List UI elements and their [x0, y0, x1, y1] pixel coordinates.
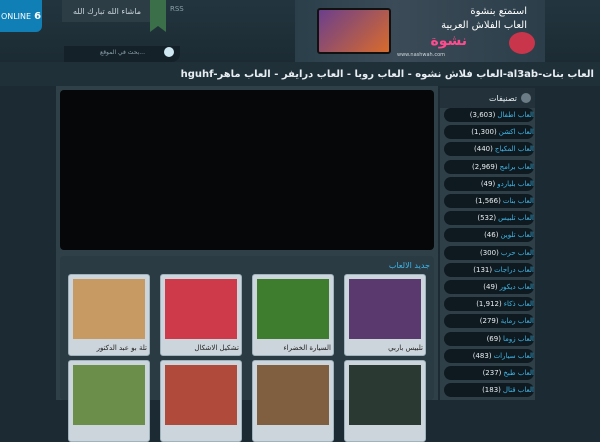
game-caption: تشكيل الاشكال: [194, 344, 239, 352]
category-count: (46): [484, 231, 499, 240]
counter-value: 6: [34, 10, 42, 22]
game-thumbnail: [257, 365, 329, 425]
sidebar-category-item[interactable]: (1,566) العاب بنات: [444, 194, 534, 208]
sidebar-category-item[interactable]: (300) العاب حرب: [444, 245, 534, 260]
game-thumbnail: [165, 279, 237, 339]
sidebar-category-item[interactable]: (131) العاب دراجات: [444, 262, 534, 277]
category-count: (1,912): [476, 300, 502, 309]
sidebar-category-item[interactable]: (3,603) العاب اطفال: [444, 108, 534, 122]
game-thumbnail: [73, 365, 145, 425]
category-count: (279): [479, 317, 499, 326]
game-card[interactable]: تلبيس باربي: [344, 274, 426, 356]
category-label: العاب حرب: [500, 248, 534, 257]
banner-tablet-image: [317, 8, 391, 54]
sidebar-category-item[interactable]: (49) العاب ديكور: [444, 280, 534, 294]
game-caption: تلة بو عبد الدكتور: [96, 344, 147, 352]
search-input[interactable]: بحث في الموقع...: [100, 49, 145, 56]
sidebar-title: تصنيفات: [488, 93, 517, 103]
category-label: العاب اكشن: [498, 128, 534, 137]
sidebar-category-item[interactable]: (483) العاب سيارات: [444, 348, 534, 363]
search-icon[interactable]: [164, 47, 174, 57]
sidebar-category-item[interactable]: (279) العاب رماية: [444, 314, 534, 329]
game-player-area[interactable]: [60, 90, 434, 250]
category-label: العاب زوما: [502, 334, 534, 343]
site-banner[interactable]: استمتع بنشوة العاب الفلاش العربية نشوة w…: [295, 0, 545, 62]
game-card[interactable]: [68, 360, 150, 442]
game-card[interactable]: تشكيل الاشكال: [160, 274, 242, 356]
category-label: العاب رماية: [500, 317, 534, 326]
sidebar-category-item[interactable]: (1,300) العاب اكشن: [444, 125, 534, 140]
category-count: (1,566): [475, 197, 501, 205]
banner-line2: العاب الفلاش العربية: [441, 20, 527, 31]
category-label: العاب المكياج: [494, 145, 534, 154]
sidebar-category-item[interactable]: (49) العاب بلياردو: [444, 176, 534, 191]
page-title: hguhf-العاب فلاش نشوه - العاب روبا - الع…: [0, 62, 600, 86]
banner-logo: نشوة: [430, 33, 467, 49]
game-thumbnail: [349, 279, 421, 339]
game-caption: تلبيس باربي: [388, 344, 423, 352]
sidebar-category-item[interactable]: (69) العاب زوما: [444, 331, 534, 346]
sidebar-category-item[interactable]: (2,969) العاب برامج: [444, 159, 534, 174]
category-label: العاب تلبيس: [498, 214, 534, 223]
sidebar-category-item[interactable]: (46) العاب تلوين: [444, 228, 534, 243]
sidebar-category-item[interactable]: (532) العاب تلبيس: [444, 211, 534, 226]
banner-url: www.nashwah.com: [397, 52, 445, 58]
category-count: (183): [482, 386, 501, 395]
category-label: العاب دراجات: [494, 265, 534, 274]
game-card[interactable]: [344, 360, 426, 442]
category-label: العاب اطفال: [497, 111, 534, 119]
game-caption: السيارة الخضراء: [283, 344, 331, 352]
rss-link[interactable]: RSS: [170, 5, 184, 13]
category-label: العاب سيارات: [493, 351, 534, 360]
category-count: (49): [483, 283, 498, 291]
sidebar-category-item[interactable]: (1,912) العاب ذكاء: [444, 297, 534, 312]
game-card[interactable]: [252, 360, 334, 442]
category-count: (49): [480, 179, 496, 188]
category-count: (69): [486, 334, 501, 343]
category-label: العاب بنات: [502, 197, 534, 205]
category-label: العاب قتال: [502, 386, 534, 395]
category-count: (131): [473, 265, 493, 274]
category-label: العاب برامج: [499, 162, 534, 171]
category-count: (237): [482, 369, 502, 377]
category-count: (3,603): [469, 111, 496, 119]
category-count: (1,300): [471, 128, 497, 137]
category-label: العاب بلياردو: [497, 179, 534, 188]
category-label: العاب طبخ: [503, 369, 534, 377]
game-thumbnail: [73, 279, 145, 339]
online-counter[interactable]: ONLINE 6: [0, 0, 42, 32]
greeting-tab: ماشاء الله تبارك الله: [62, 0, 152, 22]
sidebar-category-item[interactable]: (440) العاب المكياج: [444, 142, 534, 157]
categories-icon: [521, 93, 531, 103]
game-thumbnail: [257, 279, 329, 339]
game-card[interactable]: تلة بو عبد الدكتور: [68, 274, 150, 356]
sidebar-category-item[interactable]: (183) العاب قتال: [444, 383, 534, 398]
category-count: (300): [479, 248, 499, 257]
category-count: (483): [472, 351, 492, 360]
new-games-header: جديد الالعاب: [388, 261, 430, 270]
game-card[interactable]: [160, 360, 242, 442]
game-thumbnail: [165, 365, 237, 425]
category-label: العاب تلوين: [500, 231, 534, 240]
category-label: العاب ديكور: [499, 283, 534, 291]
category-count: (2,969): [472, 162, 498, 171]
category-count: (440): [474, 145, 493, 154]
counter-label: ONLINE: [0, 11, 32, 21]
sidebar-category-item[interactable]: (237) العاب طبخ: [444, 366, 534, 380]
category-count: (532): [477, 214, 497, 223]
ribbon-icon: [150, 0, 166, 32]
game-card[interactable]: السيارة الخضراء: [252, 274, 334, 356]
game-thumbnail: [349, 365, 421, 425]
banner-character-image: [509, 32, 535, 54]
category-label: العاب ذكاء: [503, 300, 534, 309]
sidebar-header: تصنيفات: [440, 88, 535, 108]
banner-line1: استمتع بنشوة: [470, 6, 527, 17]
